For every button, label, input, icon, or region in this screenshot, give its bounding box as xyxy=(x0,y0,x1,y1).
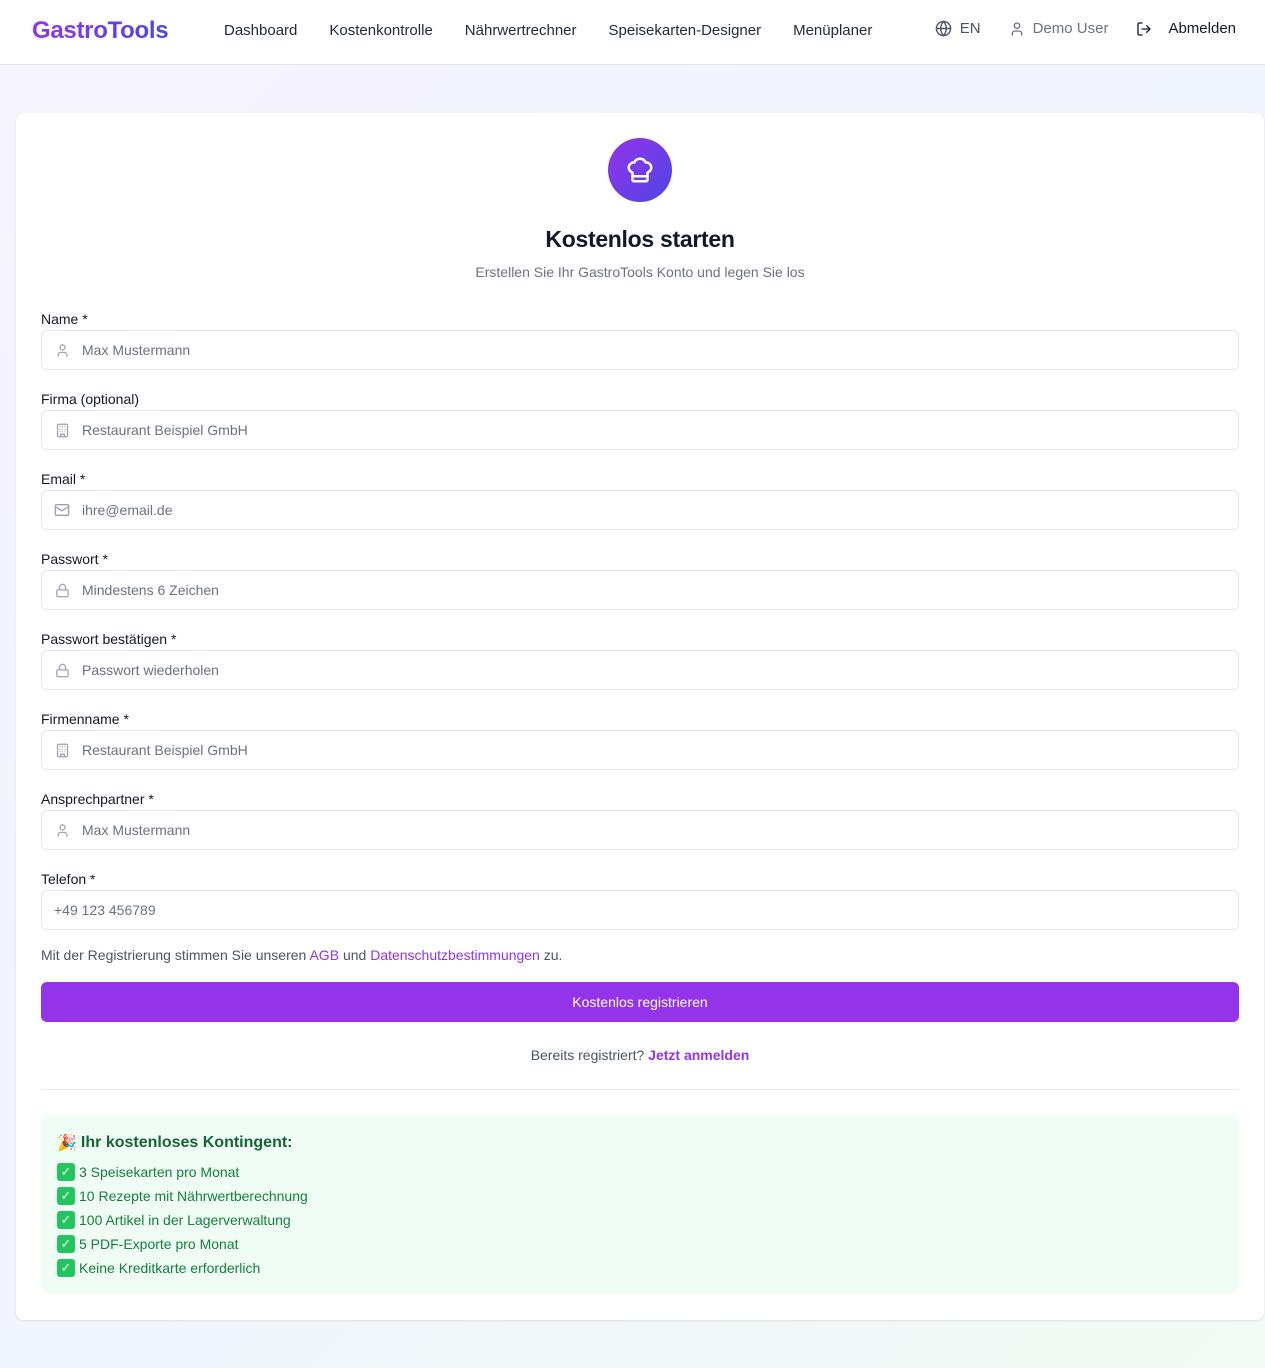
lock-icon xyxy=(42,583,82,598)
quota-item-text: 10 Rezepte mit Nährwertberechnung xyxy=(79,1188,308,1204)
globe-icon xyxy=(935,20,952,37)
checkmark-icon: ✓ xyxy=(57,1259,75,1277)
password-input-wrapper xyxy=(41,570,1239,610)
user-icon xyxy=(42,343,82,358)
nav-link-menueplaner[interactable]: Menüplaner xyxy=(793,22,872,39)
company-name-input[interactable] xyxy=(82,731,1238,769)
terms-notice: Mit der Registrierung stimmen Sie unsere… xyxy=(41,947,562,963)
agb-link[interactable]: AGB xyxy=(309,947,339,963)
register-button[interactable]: Kostenlos registrieren xyxy=(41,982,1239,1022)
list-item: ✓ 10 Rezepte mit Nährwertberechnung xyxy=(57,1184,1223,1208)
divider xyxy=(41,1089,1239,1090)
terms-prefix: Mit der Registrierung stimmen Sie unsere… xyxy=(41,947,307,963)
main-nav: Dashboard Kostenkontrolle Nährwertrechne… xyxy=(224,22,872,39)
registration-card: Kostenlos starten Erstellen Sie Ihr Gast… xyxy=(16,113,1264,1320)
language-switch[interactable]: EN xyxy=(935,20,981,37)
list-item: ✓ 100 Artikel in der Lagerverwaltung xyxy=(57,1208,1223,1232)
phone-label: Telefon * xyxy=(41,871,96,887)
quota-item-text: Keine Kreditkarte erforderlich xyxy=(79,1260,261,1276)
checkmark-icon: ✓ xyxy=(57,1211,75,1229)
user-name: Demo User xyxy=(1032,20,1109,37)
building-icon xyxy=(42,423,82,438)
contact-label: Ansprechpartner * xyxy=(41,791,154,807)
quota-item-text: 5 PDF-Exporte pro Monat xyxy=(79,1236,239,1252)
password-confirm-input[interactable] xyxy=(82,651,1238,689)
lock-icon xyxy=(42,663,82,678)
password-confirm-label: Passwort bestätigen * xyxy=(41,631,177,647)
page-subtitle: Erstellen Sie Ihr GastroTools Konto und … xyxy=(475,264,805,280)
nav-link-kostenkontrolle[interactable]: Kostenkontrolle xyxy=(329,22,432,39)
name-input[interactable] xyxy=(82,331,1238,369)
nav-link-speisekarten-designer[interactable]: Speisekarten-Designer xyxy=(609,22,762,39)
brand-logo[interactable]: GastroTools xyxy=(32,17,169,45)
party-icon: 🎉 xyxy=(57,1135,77,1152)
terms-and: und xyxy=(342,947,367,963)
building-icon xyxy=(42,743,82,758)
company-name-input-wrapper xyxy=(41,730,1239,770)
terms-suffix: zu. xyxy=(543,947,563,963)
contact-input-wrapper xyxy=(41,810,1239,850)
phone-input-wrapper xyxy=(41,890,1239,930)
list-item: ✓ 5 PDF-Exporte pro Monat xyxy=(57,1232,1223,1256)
company-optional-input-wrapper xyxy=(41,410,1239,450)
quota-item-text: 100 Artikel in der Lagerverwaltung xyxy=(79,1212,291,1228)
quota-title-text: Ihr kostenloses Kontingent: xyxy=(80,1134,293,1151)
list-item: ✓ 3 Speisekarten pro Monat xyxy=(57,1160,1223,1184)
logout-button[interactable]: Abmelden xyxy=(1136,20,1236,37)
company-optional-input[interactable] xyxy=(82,411,1238,449)
login-link[interactable]: Jetzt anmelden xyxy=(648,1047,749,1063)
user-menu[interactable]: Demo User xyxy=(1009,20,1109,37)
quota-title: 🎉 Ihr kostenloses Kontingent: xyxy=(57,1131,1223,1155)
nav-link-dashboard[interactable]: Dashboard xyxy=(224,22,297,39)
page-title: Kostenlos starten xyxy=(545,226,735,252)
phone-input[interactable] xyxy=(42,891,1238,929)
password-field-group: Passwort * xyxy=(41,551,1239,610)
email-field-group: Email * xyxy=(41,471,1239,530)
login-prompt: Bereits registriert? Jetzt anmelden xyxy=(16,1047,1264,1063)
email-input[interactable] xyxy=(82,491,1238,529)
contact-input[interactable] xyxy=(82,811,1238,849)
password-label: Passwort * xyxy=(41,551,108,567)
nav-link-naehrwertrechner[interactable]: Nährwertrechner xyxy=(465,22,577,39)
chef-hat-icon xyxy=(627,157,653,183)
company-optional-label: Firma (optional) xyxy=(41,391,140,407)
privacy-link[interactable]: Datenschutzbestimmungen xyxy=(370,947,540,963)
language-label: EN xyxy=(959,20,981,37)
checkmark-icon: ✓ xyxy=(57,1235,75,1253)
checkmark-icon: ✓ xyxy=(57,1187,75,1205)
company-name-label: Firmenname * xyxy=(41,711,129,727)
password-confirm-input-wrapper xyxy=(41,650,1239,690)
list-item: ✓ Keine Kreditkarte erforderlich xyxy=(57,1256,1223,1280)
quota-item-text: 3 Speisekarten pro Monat xyxy=(79,1164,240,1180)
company-name-field-group: Firmenname * xyxy=(41,711,1239,770)
login-prompt-text: Bereits registriert? xyxy=(530,1047,645,1063)
name-field-group: Name * xyxy=(41,311,1239,370)
name-label: Name * xyxy=(41,311,88,327)
logout-icon xyxy=(1137,21,1152,36)
user-icon xyxy=(42,823,82,838)
checkmark-icon: ✓ xyxy=(57,1163,75,1181)
password-confirm-field-group: Passwort bestätigen * xyxy=(41,631,1239,690)
nav-right: EN Demo User Abmelden xyxy=(935,20,1236,37)
user-icon xyxy=(1011,21,1022,36)
quota-list: ✓ 3 Speisekarten pro Monat ✓ 10 Rezepte mi… xyxy=(57,1160,1223,1280)
contact-field-group: Ansprechpartner * xyxy=(41,791,1239,850)
email-label: Email * xyxy=(41,471,86,487)
company-optional-field-group: Firma (optional) xyxy=(41,391,1239,450)
email-input-wrapper xyxy=(41,490,1239,530)
phone-field-group: Telefon * xyxy=(41,871,1239,930)
free-quota-box: 🎉 Ihr kostenloses Kontingent: ✓ 3 Speisek… xyxy=(41,1115,1239,1294)
chef-hat-badge xyxy=(608,138,672,202)
password-input[interactable] xyxy=(82,571,1238,609)
top-navigation: GastroTools Dashboard Kostenkontrolle Nä… xyxy=(0,0,1265,65)
logout-label: Abmelden xyxy=(1168,20,1236,37)
mail-icon xyxy=(42,502,82,518)
name-input-wrapper xyxy=(41,330,1239,370)
